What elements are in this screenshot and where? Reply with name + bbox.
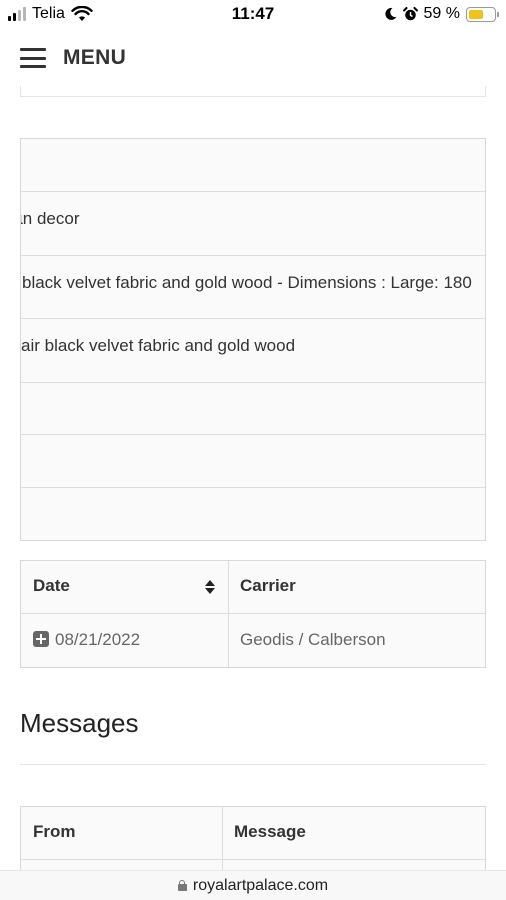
url-display[interactable]: royalartpalace.com [0, 877, 506, 895]
url-domain: royalartpalace.com [192, 877, 329, 894]
lock-icon [177, 880, 187, 891]
product-cell-text: ɩn decor [21, 209, 80, 228]
hamburger-menu-icon[interactable] [20, 48, 46, 68]
message-column-header: Message [234, 822, 306, 841]
order-products-table: ɩn decor black velvet fabric and gold wo… [20, 138, 486, 541]
browser-url-bar[interactable]: royalartpalace.com [0, 870, 506, 900]
menu-label[interactable]: MENU [63, 46, 126, 70]
table-row: black velvet fabric and gold wood - Dime… [21, 256, 485, 319]
table-header-row: From Message [21, 807, 485, 860]
product-cell-text: air black velvet fabric and gold wood [21, 336, 296, 355]
table-row: air black velvet fabric and gold wood [21, 319, 485, 383]
shipment-date: 08/21/2022 [55, 630, 141, 649]
table-row: 08/21/2022 Geodis / Calberson [21, 614, 485, 667]
carrier-column-header: Carrier [240, 576, 296, 595]
status-right: 59 % [384, 5, 499, 23]
sort-icon[interactable] [204, 578, 216, 596]
shipment-carrier: Geodis / Calberson [240, 630, 386, 649]
table-row [21, 435, 485, 488]
table-row [21, 383, 485, 435]
status-bar: Telia 11:47 59 % [0, 0, 506, 30]
battery-icon [466, 6, 499, 22]
product-cell-text: black velvet fabric and gold wood - Dime… [22, 273, 472, 292]
table-row [21, 488, 485, 540]
table-header-row: Date Carrier [21, 561, 485, 614]
messages-heading: Messages [20, 708, 139, 738]
from-column-header: From [33, 822, 76, 841]
table-row: ɩn decor [21, 192, 485, 256]
date-column-header[interactable]: Date [33, 576, 70, 596]
alarm-icon [402, 6, 418, 20]
expand-plus-icon[interactable] [33, 631, 49, 647]
battery-percent: 59 % [423, 5, 460, 22]
divider [20, 764, 486, 765]
site-header: MENU [0, 30, 506, 86]
previous-section-box [20, 86, 486, 97]
moon-icon [384, 7, 397, 20]
table-row [21, 139, 485, 192]
shipping-tracking-table: Date Carrier 08/21/2022 Geodis / Calbers… [20, 560, 486, 668]
